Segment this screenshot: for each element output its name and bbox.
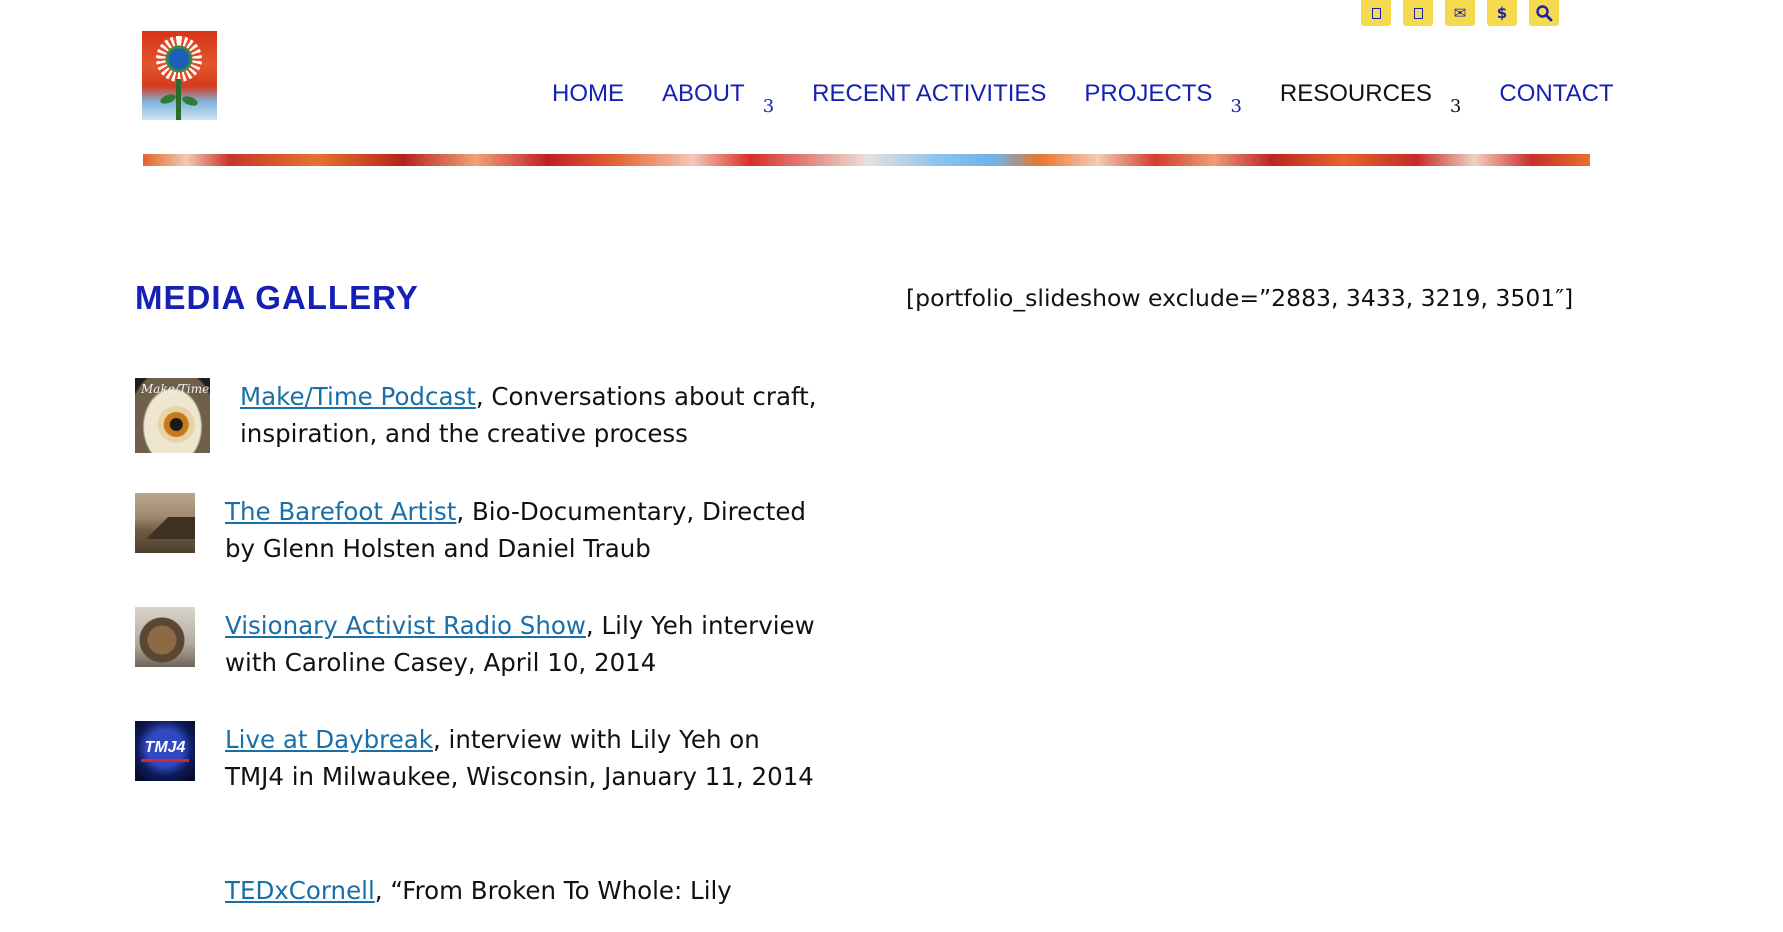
instagram-glyph [1413,7,1423,19]
nav-contact[interactable]: CONTACT [1499,80,1613,108]
nav-contact-label[interactable]: CONTACT [1499,80,1613,108]
envelope-icon[interactable]: ✉ [1445,0,1475,26]
chevron-down-icon[interactable]: 3 [763,98,774,116]
nav-projects-label[interactable]: PROJECTS [1084,80,1212,108]
list-item: Make/Time Make/Time Podcast, Conversatio… [135,378,825,453]
logo-stem [176,79,181,120]
podcast-thumbnail[interactable]: Make/Time [135,378,210,453]
nav-projects[interactable]: PROJECTS 3 [1084,80,1241,116]
search-icon[interactable] [1529,0,1559,26]
tmj4-thumbnail[interactable]: TMJ4 [135,721,195,781]
nav-resources[interactable]: RESOURCES 3 [1280,80,1461,116]
instagram-icon[interactable] [1403,0,1433,26]
list-item: TEDxCornell, “From Broken To Whole: Lily [135,872,825,932]
media-link[interactable]: Live at Daybreak [225,725,433,754]
list-item: TMJ4 Live at Daybreak, interview with Li… [135,721,825,795]
chevron-down-icon[interactable]: 3 [1230,98,1241,116]
nav-home-label[interactable]: HOME [552,80,624,108]
facebook-icon[interactable] [1361,0,1391,26]
tmj4-logo-text: TMJ4 [144,739,186,756]
sunflower-graphic [156,36,202,82]
tmj4-logo-bar [141,759,189,762]
media-link[interactable]: Make/Time Podcast [240,382,476,411]
search-glyph [1536,5,1553,22]
thumbnail-caption: Make/Time [141,382,210,396]
media-link[interactable]: The Barefoot Artist [225,497,456,526]
media-description: , “From Broken To Whole: Lily [374,876,732,905]
header-banner [143,154,1590,166]
nav-recent-label[interactable]: RECENT ACTIVITIES [812,80,1046,108]
nav-about-label[interactable]: ABOUT [662,80,745,108]
facebook-glyph [1371,7,1381,19]
media-link[interactable]: TEDxCornell [225,876,375,905]
media-link[interactable]: Visionary Activist Radio Show [225,611,586,640]
nav-about[interactable]: ABOUT 3 [662,80,774,116]
page-title: MEDIA GALLERY [135,279,419,316]
logo-leaf-right [181,94,199,108]
dollar-icon[interactable]: $ [1487,0,1517,26]
documentary-thumbnail[interactable] [135,493,195,553]
list-item: Visionary Activist Radio Show, Lily Yeh … [135,607,825,681]
slideshow-shortcode: [portfolio_slideshow exclude=”2883, 3433… [906,284,1574,312]
nav-resources-label[interactable]: RESOURCES [1280,80,1432,108]
radio-show-thumbnail[interactable] [135,607,195,667]
site-logo[interactable] [142,31,217,120]
chevron-down-icon[interactable]: 3 [1450,98,1461,116]
list-item: The Barefoot Artist, Bio-Documentary, Di… [135,493,825,567]
tedx-thumbnail[interactable] [135,872,195,932]
nav-recent-activities[interactable]: RECENT ACTIVITIES [812,80,1046,108]
logo-leaf-left [159,92,177,106]
social-icon-bar: ✉ $ [1361,0,1559,26]
nav-home[interactable]: HOME [552,80,624,108]
main-nav: HOME ABOUT 3 RECENT ACTIVITIES PROJECTS … [552,80,1614,116]
